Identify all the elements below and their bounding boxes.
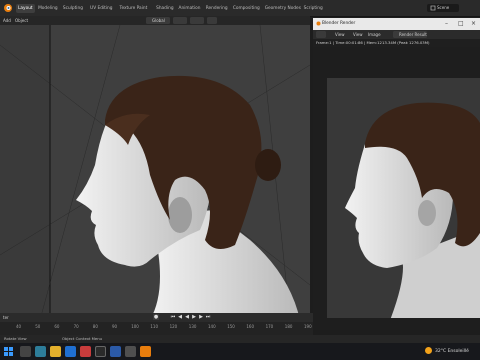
render-result-image	[327, 78, 480, 318]
render-status-text: Frame:1 | Time:00:01:86 | Mem:1213.34M (…	[313, 39, 480, 47]
viewport-scene	[0, 25, 310, 320]
timeline-tick: 170	[265, 324, 274, 329]
record-icon[interactable]: ●	[153, 314, 159, 320]
timeline-tick: 150	[227, 324, 235, 329]
timeline-tick: 130	[188, 324, 197, 329]
task-view-icon[interactable]	[35, 346, 46, 357]
tab-compositing[interactable]: Compositing	[231, 4, 262, 13]
tab-modeling[interactable]: Modeling	[36, 4, 60, 13]
app-icon[interactable]	[125, 346, 136, 357]
view2-menu[interactable]: View	[353, 30, 363, 39]
windows-start-icon[interactable]	[3, 346, 14, 357]
store-icon[interactable]	[95, 346, 106, 357]
status-rotate-view: Rotate View	[4, 336, 27, 341]
status-bar: Rotate View Object Context Menu	[0, 335, 480, 343]
timeline-ruler[interactable]: 40 50 60 70 80 90 100 110 120 130 140 150 160 170 180 1…	[0, 322, 313, 335]
step-back-icon[interactable]: ◀	[177, 314, 183, 320]
timeline-tick: 60	[54, 324, 60, 329]
editor-type-dropdown[interactable]	[316, 31, 326, 38]
chrome-icon[interactable]	[80, 346, 91, 357]
timeline-tick: 180	[284, 324, 293, 329]
tab-shading[interactable]: Shading	[154, 4, 175, 13]
step-forward-icon[interactable]: ▶	[198, 314, 204, 320]
sun-icon	[425, 347, 432, 354]
maximize-icon[interactable]: □	[458, 20, 464, 28]
tab-layout[interactable]: Layout	[16, 4, 35, 13]
render-window-title: Blender Render	[322, 21, 356, 26]
render-toolbar: View View Image Render Result	[313, 30, 480, 39]
tab-sculpting[interactable]: Sculpting	[61, 4, 85, 13]
timeline-tick: 120	[169, 324, 178, 329]
timeline-header: ter ● ⏮ ◀ ◀ ▶ ▶ ⏭	[0, 313, 313, 322]
edge-browser-icon[interactable]	[65, 346, 76, 357]
temperature-text: 32°C	[435, 349, 447, 354]
search-icon[interactable]	[20, 346, 31, 357]
hair-bun-shape	[255, 149, 281, 181]
tab-uv-editing[interactable]: UV Editing	[88, 4, 114, 13]
proportional-edit-toggle[interactable]	[207, 17, 217, 24]
timeline-tick: 70	[73, 324, 79, 329]
view-menu[interactable]: View	[335, 30, 345, 39]
jump-end-icon[interactable]: ⏭	[205, 314, 211, 320]
timeline-left-label: ter	[3, 315, 9, 320]
tab-geometry-nodes[interactable]: Geometry Nodes	[263, 4, 303, 13]
render-result-label: Render Result	[399, 32, 427, 37]
file-explorer-icon[interactable]	[50, 346, 61, 357]
jump-start-icon[interactable]: ⏮	[170, 314, 176, 320]
orientation-label: Global	[152, 18, 165, 23]
weather-widget[interactable]: 32°C Ensoleillé	[425, 343, 480, 360]
render-window-titlebar: Blender Render – □ ×	[313, 18, 480, 30]
blender-taskbar-icon[interactable]	[140, 346, 151, 357]
timeline-tick: 190	[304, 324, 312, 329]
3d-viewport[interactable]	[0, 25, 310, 320]
image-menu[interactable]: Image	[368, 30, 381, 39]
status-context-menu: Object Context Menu	[62, 336, 103, 341]
orientation-dropdown[interactable]: Global	[146, 17, 170, 24]
weather-text: Ensoleillé	[447, 349, 469, 354]
add-menu[interactable]: Add	[3, 16, 11, 25]
ear-shape	[168, 197, 192, 233]
render-result-dropdown[interactable]: Render Result	[393, 31, 427, 38]
timeline-tick: 50	[35, 324, 41, 329]
timeline-tick: 100	[131, 324, 139, 329]
blender-logo-icon[interactable]	[3, 3, 13, 13]
timeline-tick: 110	[150, 324, 159, 329]
timeline-tick: 160	[246, 324, 255, 329]
timeline-tick: 90	[112, 324, 118, 329]
workspace-topbar: Layout Modeling Sculpting UV Editing Texture…	[0, 0, 480, 17]
snap-toggle[interactable]	[190, 17, 204, 24]
tab-animation[interactable]: Animation	[177, 4, 203, 13]
timeline-tick: 140	[208, 324, 216, 329]
tab-scripting[interactable]: Scripting	[302, 4, 325, 13]
scene-icon	[430, 5, 436, 11]
timeline-tick: 40	[16, 324, 22, 329]
render-ear-shape	[418, 200, 436, 226]
pivot-dropdown[interactable]	[173, 17, 187, 24]
timeline-tick: 80	[92, 324, 98, 329]
word-icon[interactable]	[110, 346, 121, 357]
close-icon[interactable]: ×	[471, 20, 476, 28]
minimize-icon[interactable]: –	[445, 20, 448, 28]
object-menu[interactable]: Object	[15, 16, 28, 25]
tab-texture-paint[interactable]: Texture Paint	[118, 4, 150, 13]
tab-rendering[interactable]: Rendering	[204, 4, 230, 13]
viewport-header: Add Object Global	[0, 16, 310, 25]
play-reverse-icon[interactable]: ◀	[184, 314, 190, 320]
play-icon[interactable]: ▶	[191, 314, 197, 320]
os-taskbar	[0, 343, 480, 360]
blender-render-icon	[316, 21, 321, 26]
